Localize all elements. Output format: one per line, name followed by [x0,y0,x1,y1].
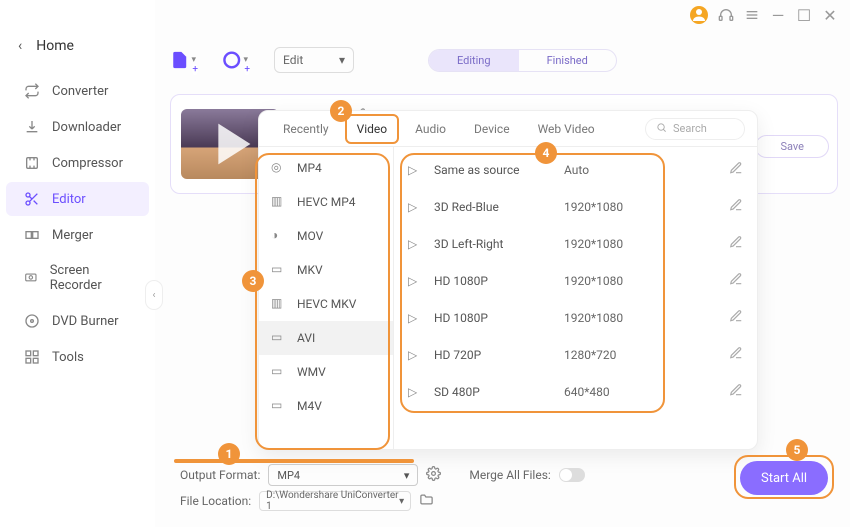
edit-dd-label: Edit [283,53,303,67]
scissors-icon [24,191,40,207]
grid-icon [24,349,40,365]
annotation-badge-2: 2 [330,100,352,122]
search-placeholder: Search [673,122,707,135]
converter-icon [24,83,40,99]
bottom-bar: Output Format: MP4 ▾ Merge All Files: St… [170,461,838,517]
edit-preset-icon[interactable] [729,235,743,252]
save-button[interactable]: Save [755,135,829,158]
nav-label: Editor [52,192,86,207]
tab-video[interactable]: Video [345,114,400,144]
annotation-box-5 [734,455,834,499]
minimize-icon[interactable]: — [770,7,786,23]
format-search[interactable]: Search [645,118,745,140]
topbar: +▾ +▾ Edit ▾ Editing Finished [170,40,838,80]
edit-preset-icon[interactable] [729,272,743,289]
chevron-left-icon: ‹ [18,38,22,54]
sidebar-item-dvd-burner[interactable]: DVD Burner [6,304,149,338]
sidebar-item-downloader[interactable]: Downloader [6,110,149,144]
output-format-value: MP4 [277,469,300,482]
maximize-icon[interactable]: ☐ [796,7,812,23]
back-home[interactable]: ‹ Home [0,30,155,72]
nav-label: Converter [52,84,108,99]
merger-icon [24,227,40,243]
sidebar: ‹ Home Converter Downloader Compressor E… [0,0,155,527]
tab-web-video[interactable]: Web Video [526,114,607,144]
segment-finished[interactable]: Finished [519,50,616,71]
merge-toggle[interactable] [559,468,585,482]
nav-label: Merger [52,228,93,243]
tab-audio[interactable]: Audio [403,114,458,144]
nav-label: Downloader [52,120,121,135]
sidebar-item-converter[interactable]: Converter [6,74,149,108]
edit-dropdown[interactable]: Edit ▾ [274,47,354,73]
sidebar-item-tools[interactable]: Tools [6,340,149,374]
menu-icon[interactable] [744,7,760,23]
disc-icon [24,313,40,329]
annotation-box-3 [255,153,390,450]
file-location-dropdown[interactable]: D:\Wondershare UniConverter 1 ▾ [259,491,411,511]
output-format-label: Output Format: [180,468,260,482]
back-label: Home [36,38,74,54]
sidebar-item-editor[interactable]: Editor [6,182,149,216]
sidebar-item-merger[interactable]: Merger [6,218,149,252]
nav-label: Compressor [52,156,123,171]
status-segment: Editing Finished [428,49,617,72]
plus-icon: + [244,64,250,75]
output-format-dropdown[interactable]: MP4 ▾ [268,464,418,486]
nav-label: Screen Recorder [50,263,131,293]
sidebar-collapse-handle[interactable]: ‹ [145,280,163,310]
edit-preset-icon[interactable] [729,309,743,326]
sidebar-item-screen-recorder[interactable]: Screen Recorder [6,254,149,302]
nav-label: Tools [52,350,84,365]
segment-editing[interactable]: Editing [429,50,519,71]
titlebar: — ☐ ✕ [678,0,850,30]
annotation-badge-1: 1 [218,443,240,465]
tab-device[interactable]: Device [462,114,522,144]
compressor-icon [24,155,40,171]
annotation-box-4 [400,153,665,413]
headset-icon[interactable] [718,7,734,23]
chevron-down-icon: ▾ [399,496,404,507]
file-location-label: File Location: [180,494,251,508]
edit-preset-icon[interactable] [729,198,743,215]
edit-preset-icon[interactable] [729,383,743,400]
chevron-down-icon: ▾ [339,53,345,67]
close-icon[interactable]: ✕ [822,7,838,23]
annotation-badge-4: 4 [535,142,557,164]
nav-label: DVD Burner [52,314,119,329]
folder-icon[interactable] [419,492,434,510]
add-file-button[interactable]: +▾ [170,47,196,73]
gear-icon[interactable] [426,466,441,484]
tab-recently[interactable]: Recently [271,114,341,144]
add-circle-button[interactable]: +▾ [222,47,248,73]
main: +▾ +▾ Edit ▾ Editing Finished Save Recen… [170,40,838,517]
avatar[interactable] [690,6,708,24]
recorder-icon [24,270,38,286]
edit-preset-icon[interactable] [729,161,743,178]
chevron-down-icon: ▾ [404,469,410,482]
annotation-box-1 [174,459,414,463]
annotation-badge-3: 3 [242,270,264,292]
merge-label: Merge All Files: [469,468,550,482]
file-location-value: D:\Wondershare UniConverter 1 [266,490,399,512]
download-icon [24,119,40,135]
plus-icon: + [192,64,198,75]
edit-preset-icon[interactable] [729,346,743,363]
sidebar-item-compressor[interactable]: Compressor [6,146,149,180]
search-icon [656,122,667,136]
